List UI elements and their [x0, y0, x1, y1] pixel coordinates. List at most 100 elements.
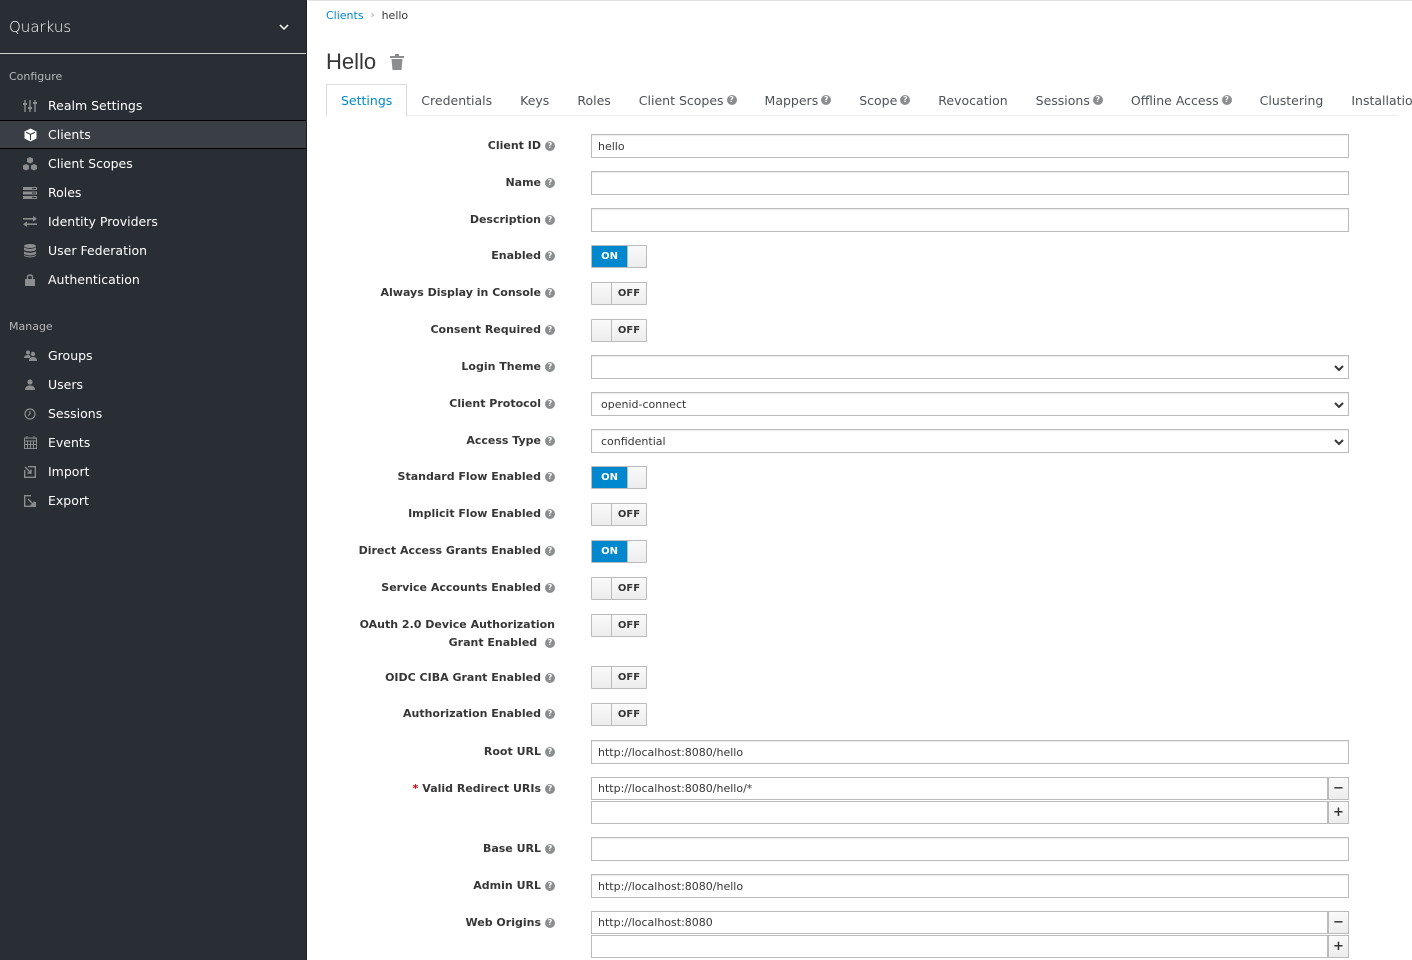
sidebar-item-sessions[interactable]: Sessions — [0, 399, 306, 428]
standard-flow-toggle[interactable]: ON — [591, 466, 647, 489]
sidebar-item-label: Groups — [48, 348, 93, 363]
help-icon[interactable]: ? — [545, 843, 555, 854]
help-icon[interactable]: ? — [545, 361, 555, 372]
help-icon[interactable]: ? — [1092, 95, 1103, 105]
web-origin-input[interactable]: http://localhost:8080 — [591, 911, 1328, 934]
redirect-uri-input[interactable]: http://localhost:8080/hello/* — [591, 777, 1328, 800]
service-accounts-toggle[interactable]: OFF — [591, 577, 647, 600]
cubes-icon — [22, 156, 38, 172]
sidebar-item-roles[interactable]: Roles — [0, 178, 306, 207]
help-icon[interactable]: ? — [545, 917, 555, 928]
toggle-knob — [592, 615, 612, 636]
main-content: Clients › hello Hello Settings Credentia… — [308, 0, 1412, 960]
chevron-down-icon — [1334, 362, 1344, 375]
toggle-knob — [627, 246, 646, 267]
help-icon[interactable]: ? — [545, 783, 555, 794]
sidebar-item-import[interactable]: Import — [0, 457, 306, 486]
base-url-input[interactable] — [591, 837, 1349, 861]
device-grant-toggle[interactable]: OFF — [591, 614, 647, 637]
help-icon[interactable]: ? — [545, 708, 555, 719]
sidebar-item-authentication[interactable]: Authentication — [0, 265, 306, 294]
name-input[interactable] — [591, 171, 1349, 195]
description-input[interactable] — [591, 208, 1349, 232]
tab-roles[interactable]: Roles — [563, 84, 624, 116]
help-icon[interactable]: ? — [821, 95, 832, 105]
tab-keys[interactable]: Keys — [506, 84, 563, 116]
help-icon[interactable]: ? — [545, 250, 555, 261]
sidebar-item-clients[interactable]: Clients — [0, 120, 306, 149]
help-icon[interactable]: ? — [545, 214, 555, 225]
add-web-origin-button[interactable]: + — [1328, 935, 1349, 958]
authorization-toggle[interactable]: OFF — [591, 703, 647, 726]
sidebar-item-export[interactable]: Export — [0, 486, 306, 515]
help-icon[interactable]: ? — [545, 324, 555, 335]
new-web-origin-input[interactable] — [591, 935, 1328, 958]
direct-access-toggle[interactable]: ON — [591, 540, 647, 563]
sidebar-item-users[interactable]: Users — [0, 370, 306, 399]
help-icon[interactable]: ? — [545, 508, 555, 519]
remove-redirect-uri-button[interactable]: − — [1328, 777, 1349, 800]
access-type-select[interactable]: confidential — [591, 429, 1349, 453]
enabled-toggle[interactable]: ON — [591, 245, 647, 268]
sidebar-item-label: Export — [48, 493, 89, 508]
help-icon[interactable]: ? — [545, 471, 555, 482]
client-id-input[interactable]: hello — [591, 134, 1349, 158]
tab-installation[interactable]: Installation? — [1337, 84, 1412, 116]
help-icon[interactable]: ? — [545, 398, 555, 409]
remove-web-origin-button[interactable]: − — [1328, 911, 1349, 934]
tab-client-scopes[interactable]: Client Scopes? — [625, 84, 751, 116]
tab-settings[interactable]: Settings — [326, 84, 408, 117]
tab-credentials[interactable]: Credentials — [407, 84, 506, 116]
tab-offline-access[interactable]: Offline Access? — [1117, 84, 1246, 116]
help-icon[interactable]: ? — [545, 582, 555, 593]
description-label: Description? — [470, 213, 555, 226]
tab-scope[interactable]: Scope? — [845, 84, 924, 116]
sidebar-item-events[interactable]: Events — [0, 428, 306, 457]
sidebar-item-user-federation[interactable]: User Federation — [0, 236, 306, 265]
sidebar-item-realm-settings[interactable]: Realm Settings — [0, 91, 306, 120]
ciba-grant-toggle[interactable]: OFF — [591, 666, 647, 689]
help-icon[interactable]: ? — [545, 746, 555, 757]
help-icon[interactable]: ? — [545, 545, 555, 556]
realm-selector[interactable]: Quarkus — [0, 1, 306, 54]
always-display-toggle[interactable]: OFF — [591, 282, 647, 305]
breadcrumb-clients-link[interactable]: Clients — [326, 9, 364, 22]
client-protocol-select[interactable]: openid-connect — [591, 392, 1349, 416]
help-icon[interactable]: ? — [1221, 95, 1232, 105]
tab-label: Roles — [577, 92, 611, 108]
login-theme-select[interactable] — [591, 355, 1349, 379]
help-icon[interactable]: ? — [545, 880, 555, 891]
tab-revocation[interactable]: Revocation — [924, 84, 1021, 116]
redirect-uris-label: * Valid Redirect URIs? — [413, 782, 555, 795]
help-icon[interactable]: ? — [545, 177, 555, 188]
tab-clustering[interactable]: Clustering — [1246, 84, 1338, 116]
database-icon — [22, 243, 38, 259]
tab-mappers[interactable]: Mappers? — [751, 84, 846, 116]
sidebar-item-label: Authentication — [48, 272, 140, 287]
sidebar-item-client-scopes[interactable]: Client Scopes — [0, 149, 306, 178]
toggle-knob — [592, 283, 612, 304]
toggle-off-label: OFF — [612, 504, 646, 525]
help-icon[interactable]: ? — [900, 95, 911, 105]
chevron-down-icon — [1334, 399, 1344, 412]
sidebar-item-groups[interactable]: Groups — [0, 341, 306, 370]
help-icon[interactable]: ? — [545, 638, 555, 648]
root-url-input[interactable]: http://localhost:8080/hello — [591, 740, 1349, 764]
sidebar-item-label: User Federation — [48, 243, 148, 258]
help-icon[interactable]: ? — [545, 672, 555, 683]
new-redirect-uri-input[interactable] — [591, 801, 1328, 824]
tab-label: Mappers — [764, 92, 819, 108]
export-icon — [22, 493, 38, 509]
implicit-flow-toggle[interactable]: OFF — [591, 503, 647, 526]
consent-required-toggle[interactable]: OFF — [591, 319, 647, 342]
add-redirect-uri-button[interactable]: + — [1328, 801, 1349, 824]
help-icon[interactable]: ? — [545, 287, 555, 298]
help-icon[interactable]: ? — [545, 435, 555, 446]
tab-sessions[interactable]: Sessions? — [1022, 84, 1117, 116]
trash-icon[interactable] — [389, 53, 405, 71]
help-icon[interactable]: ? — [726, 95, 737, 105]
select-value: confidential — [601, 434, 666, 448]
sidebar-item-identity-providers[interactable]: Identity Providers — [0, 207, 306, 236]
help-icon[interactable]: ? — [545, 140, 555, 151]
admin-url-input[interactable]: http://localhost:8080/hello — [591, 874, 1349, 898]
